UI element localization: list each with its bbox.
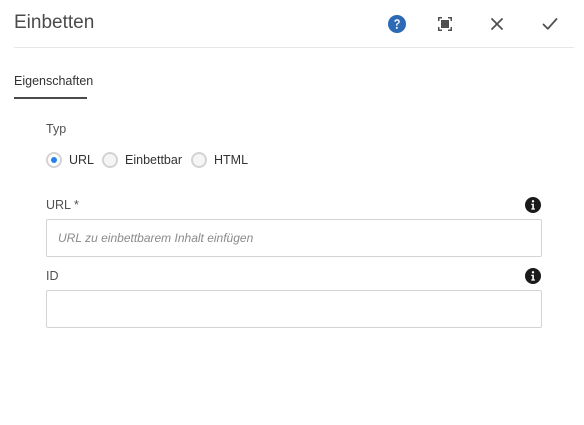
close-icon bbox=[491, 18, 503, 30]
tab-eigenschaften[interactable]: Eigenschaften bbox=[14, 74, 93, 88]
header-divider bbox=[14, 47, 574, 48]
url-field-label: URL * bbox=[46, 198, 79, 212]
radio-einbettbar-label: Einbettbar bbox=[125, 153, 182, 167]
done-button[interactable] bbox=[538, 12, 562, 36]
active-tab-indicator bbox=[14, 97, 87, 99]
type-label: Typ bbox=[46, 122, 67, 136]
radio-einbettbar-circle[interactable] bbox=[102, 152, 118, 168]
radio-url-label: URL bbox=[69, 153, 95, 167]
url-input[interactable] bbox=[46, 219, 542, 257]
info-icon[interactable] bbox=[525, 268, 541, 284]
radio-url-circle[interactable] bbox=[46, 152, 62, 168]
dialog-title: Einbetten bbox=[14, 12, 95, 33]
radio-html-label: HTML bbox=[214, 153, 249, 167]
fullscreen-icon bbox=[438, 17, 452, 31]
radio-url[interactable]: URL bbox=[46, 150, 94, 170]
id-field-label: ID bbox=[46, 269, 59, 283]
help-icon bbox=[388, 15, 406, 33]
info-icon[interactable] bbox=[525, 197, 541, 213]
radio-html-circle[interactable] bbox=[191, 152, 207, 168]
radio-einbettbar[interactable]: Einbettbar bbox=[102, 150, 182, 170]
fullscreen-button[interactable] bbox=[433, 12, 457, 36]
id-input[interactable] bbox=[46, 290, 542, 328]
help-button[interactable] bbox=[385, 12, 409, 36]
checkmark-icon bbox=[542, 18, 558, 30]
close-button[interactable] bbox=[485, 12, 509, 36]
dialog-header: Einbetten bbox=[0, 0, 584, 48]
radio-html[interactable]: HTML bbox=[191, 150, 248, 170]
